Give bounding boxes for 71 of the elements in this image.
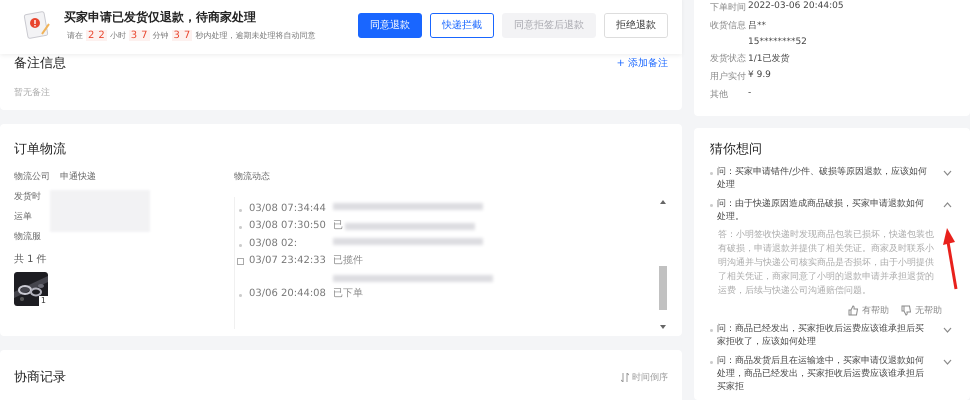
track-time: 03/06 20:44:08 [249,288,327,299]
countdown-text: 秒内处理，逾期未处理将自动同意 [195,30,316,41]
scroll-down-icon[interactable] [660,325,666,329]
section-title: 订单物流 [14,141,67,158]
countdown-digit: 3 [172,30,182,41]
helpful-button[interactable]: 有帮助 [862,304,889,317]
sort-icon [621,372,629,382]
info-value: 15********52 [748,37,807,47]
info-value: 吕** [748,20,767,32]
countdown-digit: 2 [96,30,107,41]
timeline-dot [239,294,242,297]
action-button[interactable]: 同意退款 [358,12,422,38]
field-value: 申通快递 [60,170,96,184]
countdown-text: 分钟 [152,30,168,41]
timeline-dot [239,244,242,247]
track-time: 03/07 23:42:33 [249,255,327,266]
countdown-digit: 3 [128,30,140,41]
info-label: 其他 [710,88,729,101]
timeline-dot [239,226,242,229]
annotation-arrow [942,228,960,290]
track-time: 03/08 02: [249,238,298,249]
section-title: 协商记录 [14,369,66,386]
info-value: 2022-03-06 20:44:05 [748,1,844,11]
countdown-digit: 7 [139,30,150,41]
section-title: 猜你想问 [710,141,763,158]
add-remark-link[interactable]: + 添加备注 [616,56,668,70]
scroll-up-icon[interactable] [660,200,666,204]
track-status: 已下单 [333,288,363,300]
faq-question[interactable]: 问：买家申请错件/少件、破损等原因退款，应该如何处理 [717,166,931,192]
package-icon [237,258,244,265]
faq-question[interactable]: 问：由于快递原因造成商品破损，买家申请退款如何处理。 [717,198,931,224]
sort-link[interactable]: 时间倒序 [632,370,668,384]
chevron-up-icon[interactable] [943,202,952,208]
section-title: 备注信息 [14,55,66,72]
faq-question[interactable]: 问：商品已经发出，买家拒收后运费应该谁承担后买家拒收了，应该如何处理 [717,323,931,349]
info-value: 1/1已发货 [748,52,790,65]
countdown-digit: 7 [182,30,192,41]
chevron-down-icon[interactable] [943,170,952,176]
track-status: 已 [333,220,343,232]
field-label: 发货时 [14,190,41,204]
countdown-text: 请在 [67,30,83,41]
track-status: 已揽件 [333,255,363,267]
faq-answer: 答：小明签收快递时发现商品包装已损坏，快递包装也有破损，申请退款并提供了相关凭证。商家及时联系小明沟通并与快递公司核实商品是否损坏，由于小明提供了相关凭证，商家同意了小明的退款申请并承担退货的运费，后续与快递公司沟通赔偿问题。 [718,228,935,298]
field-label: 物流公司 [14,170,50,184]
thumbs-up-icon [848,305,859,316]
faq-question[interactable]: 问：商品发货后且在运输途中，买家申请仅退款如何处理，商品已经发出，买家拒收后运费应该谁承担后买家拒 [717,355,931,394]
info-value: ¥ 9.9 [748,70,771,80]
info-label: 发货状态 [710,52,747,65]
info-label: 下单时间 [710,2,747,14]
info-label: 收货信息 [710,20,747,33]
unhelpful-button[interactable]: 无帮助 [915,304,942,317]
track-time: 03/08 07:30:50 [249,220,327,231]
track-title: 物流动态 [234,170,271,183]
info-value: - [748,88,752,98]
item-count: 共 1 件 [14,252,48,266]
empty-text: 暂无备注 [14,86,51,99]
action-button[interactable]: 拒绝退款 [604,12,668,38]
countdown-digit: 2 [86,30,96,41]
document-alert-icon [22,10,52,40]
track-time: 03/08 07:34:44 [249,203,327,214]
timeline-dot [239,209,242,212]
field-label: 运单 [14,210,32,224]
chevron-down-icon[interactable] [943,359,952,365]
thumbs-down-icon [901,305,912,316]
countdown-text: 小时 [110,30,126,41]
status-title: 买家申请已发货仅退款，待商家处理 [64,9,257,26]
scroll-thumb[interactable] [658,266,666,310]
action-button[interactable]: 快递拦截 [430,12,494,38]
info-label: 用户实付 [710,70,747,83]
chevron-down-icon[interactable] [943,327,952,333]
field-label: 物流服 [14,230,41,244]
